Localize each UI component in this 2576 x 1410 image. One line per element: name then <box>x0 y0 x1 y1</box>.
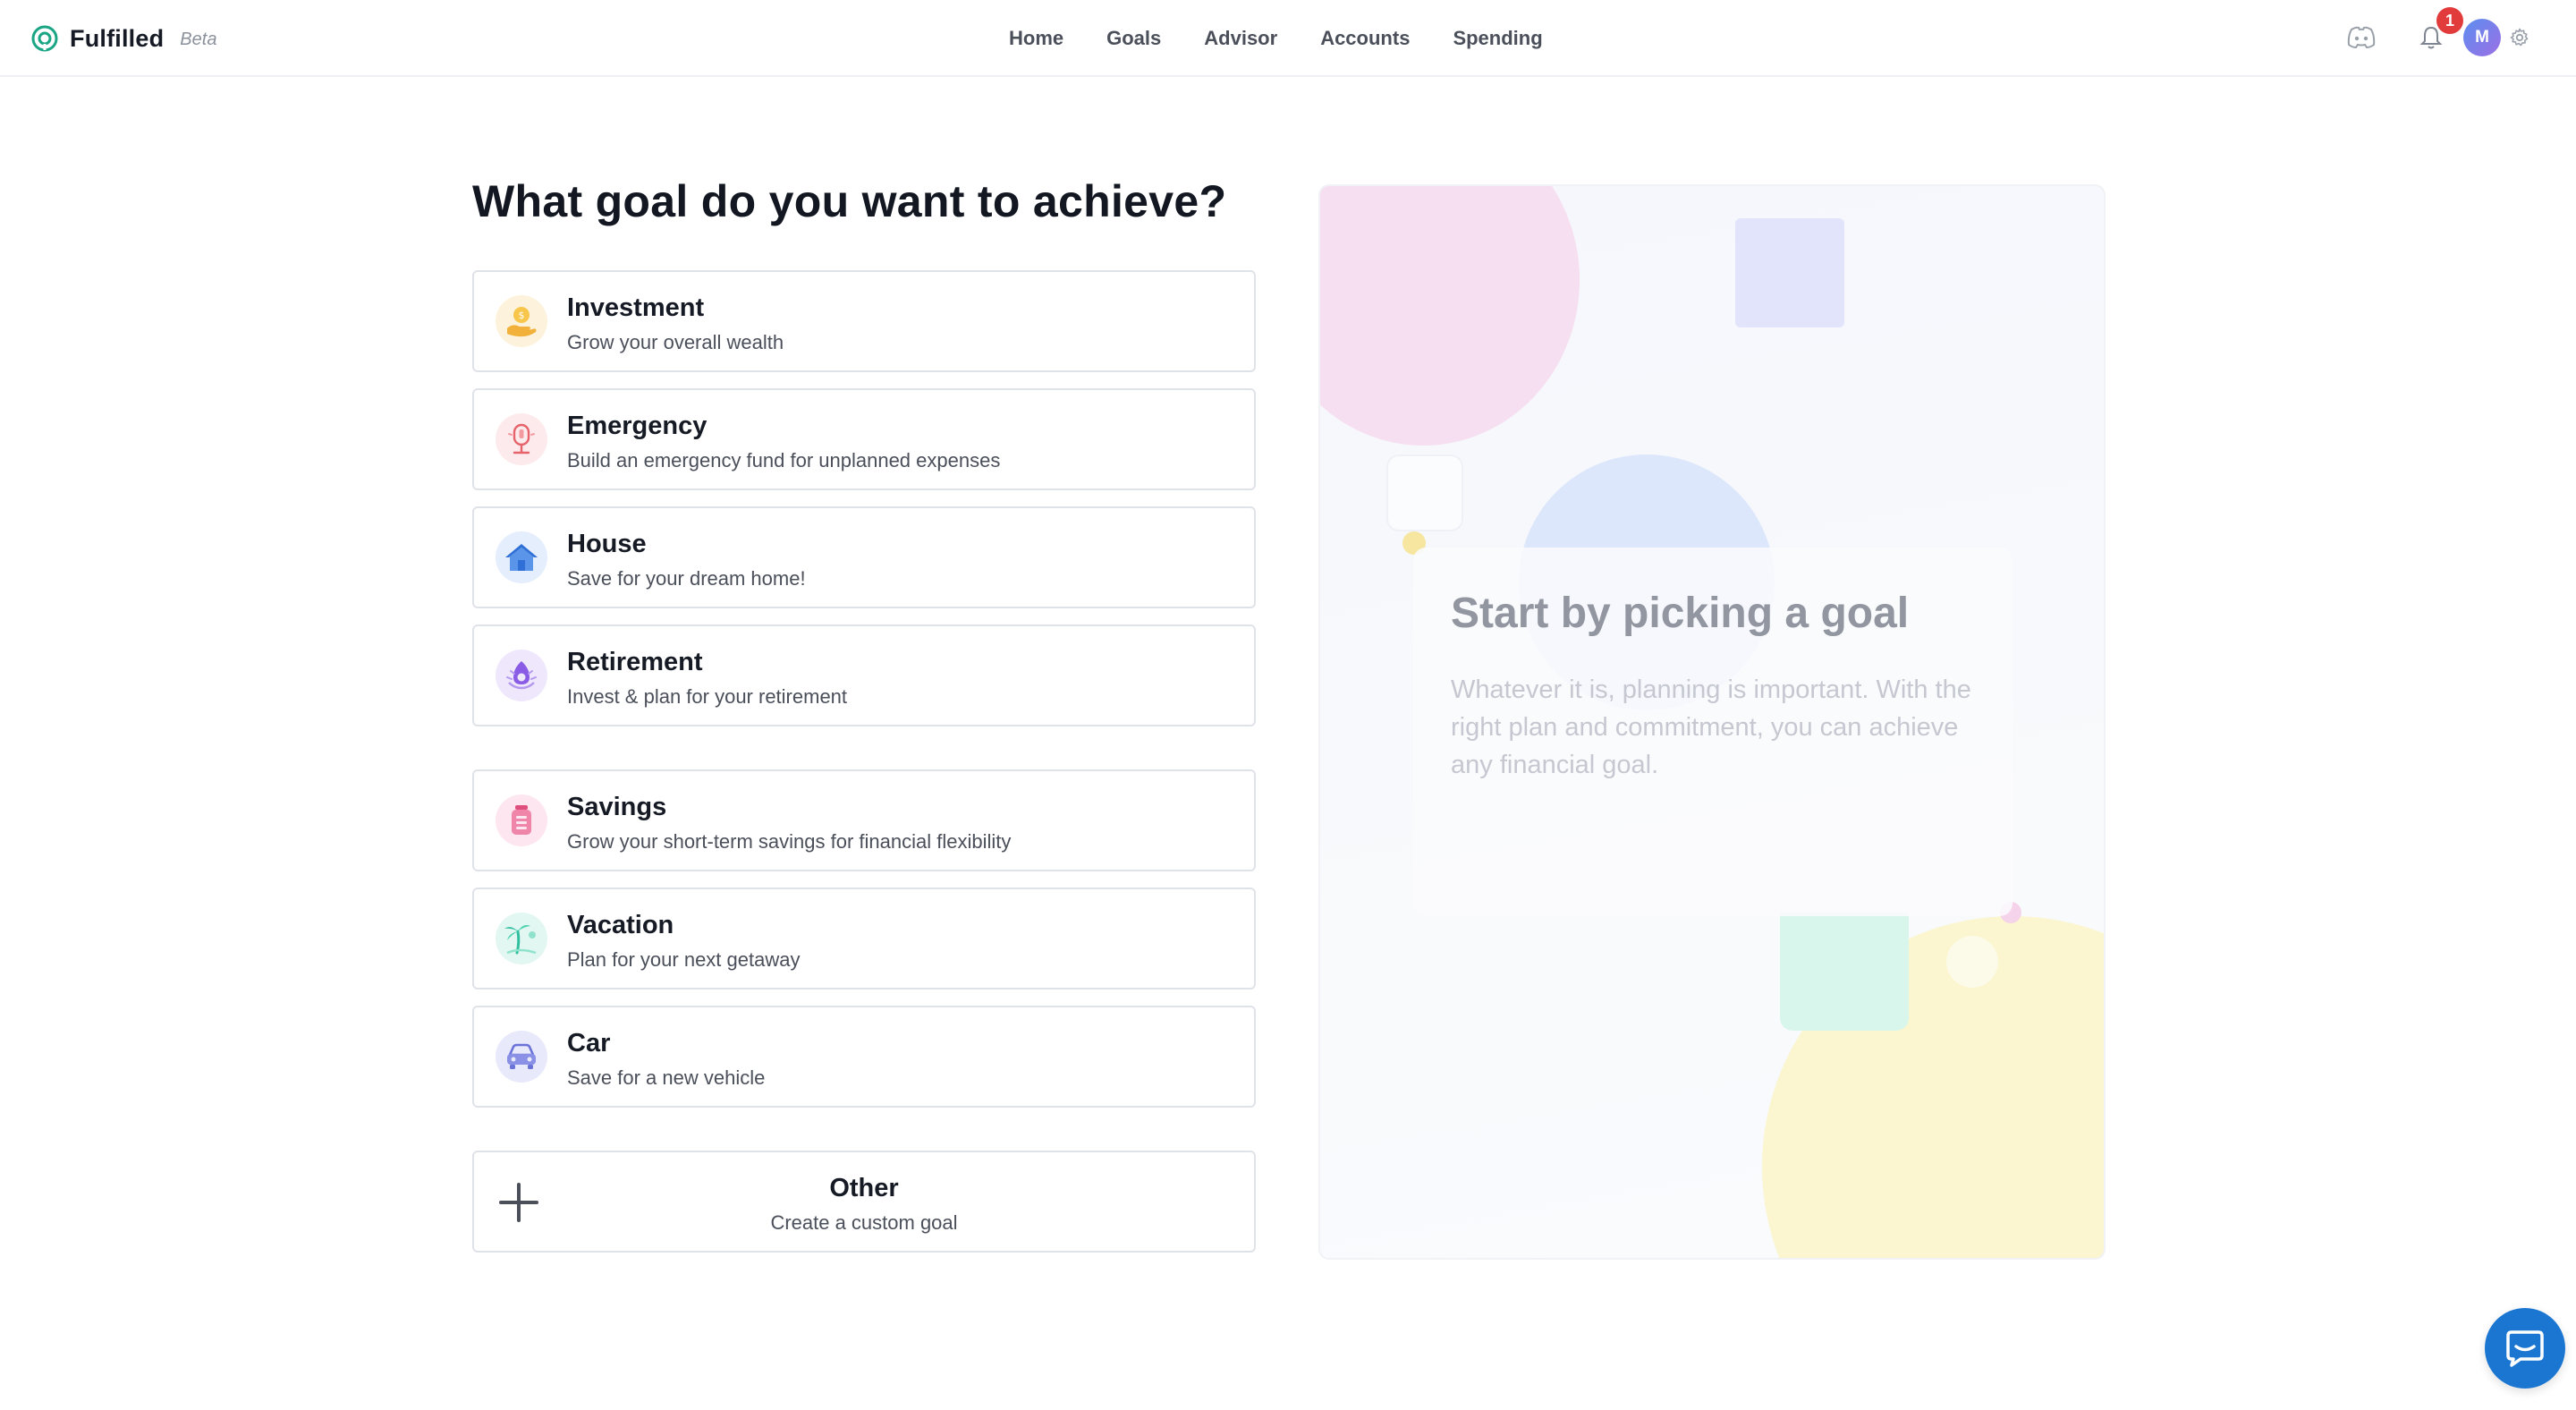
goal-description: Create a custom goal <box>770 1211 958 1234</box>
nav-accounts[interactable]: Accounts <box>1320 21 1410 55</box>
goal-title: Car <box>567 1029 611 1058</box>
goal-description: Save for your dream home! <box>567 567 806 590</box>
goal-card-emergency[interactable]: Emergency Build an emergency fund for un… <box>472 388 1256 490</box>
decorative-square <box>1386 454 1463 531</box>
money-bag-icon: $ <box>496 295 547 347</box>
goal-description: Save for a new vehicle <box>567 1066 766 1089</box>
retirement-icon <box>496 650 547 701</box>
page-title: What goal do you want to achieve? <box>472 176 1227 226</box>
goal-card-car[interactable]: Car Save for a new vehicle <box>472 1006 1256 1108</box>
emergency-icon <box>496 413 547 465</box>
palm-tree-icon <box>496 913 547 964</box>
goal-description: Grow your short-term savings for financi… <box>567 830 1012 853</box>
panel-description: Whatever it is, planning is important. W… <box>1451 675 1971 779</box>
discord-button[interactable] <box>2343 20 2379 55</box>
top-navigation-bar: Fulfilled Beta Home Goals Advisor Accoun… <box>0 0 2576 77</box>
intro-text-card: Start by picking a goal Whatever it is, … <box>1413 548 2012 916</box>
fulfilled-logo-icon <box>31 25 58 52</box>
goal-card-savings[interactable]: Savings Grow your short-term savings for… <box>472 769 1256 871</box>
goal-title: House <box>567 530 647 558</box>
savings-jar-icon <box>496 794 547 846</box>
gear-icon <box>2510 28 2529 47</box>
goal-description: Plan for your next getaway <box>567 948 801 971</box>
app-logo[interactable]: Fulfilled Beta <box>30 21 216 55</box>
goal-description: Grow your overall wealth <box>567 331 784 353</box>
goal-title: Savings <box>567 793 667 821</box>
svg-text:$: $ <box>519 310 525 321</box>
decorative-square <box>1780 913 1909 1031</box>
decorative-circle <box>1946 936 1998 988</box>
goal-intro-panel: Start by picking a goal Whatever it is, … <box>1318 184 2106 1260</box>
goal-title: Other <box>829 1174 899 1202</box>
goal-title: Vacation <box>567 911 674 939</box>
goal-title: Emergency <box>567 412 708 440</box>
chat-bubble-icon <box>2506 1330 2544 1367</box>
nav-spending[interactable]: Spending <box>1453 21 1542 55</box>
goal-card-retirement[interactable]: Retirement Invest & plan for your retire… <box>472 624 1256 726</box>
house-icon <box>496 531 547 583</box>
goal-card-house[interactable]: House Save for your dream home! <box>472 506 1256 608</box>
goal-card-investment[interactable]: $ Investment Grow your overall wealth <box>472 270 1256 372</box>
notification-count-badge: 1 <box>2436 7 2463 34</box>
goal-description: Invest & plan for your retirement <box>567 685 848 708</box>
nav-advisor[interactable]: Advisor <box>1204 21 1277 55</box>
header-actions: 1 M <box>2343 7 2535 57</box>
decorative-square <box>1735 218 1844 327</box>
user-avatar[interactable]: M <box>2463 19 2501 56</box>
nav-home[interactable]: Home <box>1009 21 1063 55</box>
app-name: Fulfilled <box>70 24 165 52</box>
nav-goals[interactable]: Goals <box>1106 21 1161 55</box>
settings-button[interactable] <box>2504 20 2535 55</box>
goal-card-vacation[interactable]: Vacation Plan for your next getaway <box>472 888 1256 990</box>
goal-card-other[interactable]: Other Create a custom goal <box>472 1151 1256 1253</box>
car-icon <box>496 1031 547 1083</box>
goal-title: Investment <box>567 293 705 322</box>
support-chat-button[interactable] <box>2485 1308 2565 1389</box>
goal-description: Build an emergency fund for unplanned ex… <box>567 449 1001 471</box>
main-nav: Home Goals Advisor Accounts Spending <box>1009 21 1543 55</box>
notifications-button[interactable]: 1 <box>2413 7 2463 55</box>
discord-icon <box>2347 26 2376 49</box>
beta-label: Beta <box>180 29 217 49</box>
panel-title: Start by picking a goal <box>1451 590 1910 637</box>
goal-title: Retirement <box>567 648 703 676</box>
decorative-circle <box>1320 186 1580 446</box>
